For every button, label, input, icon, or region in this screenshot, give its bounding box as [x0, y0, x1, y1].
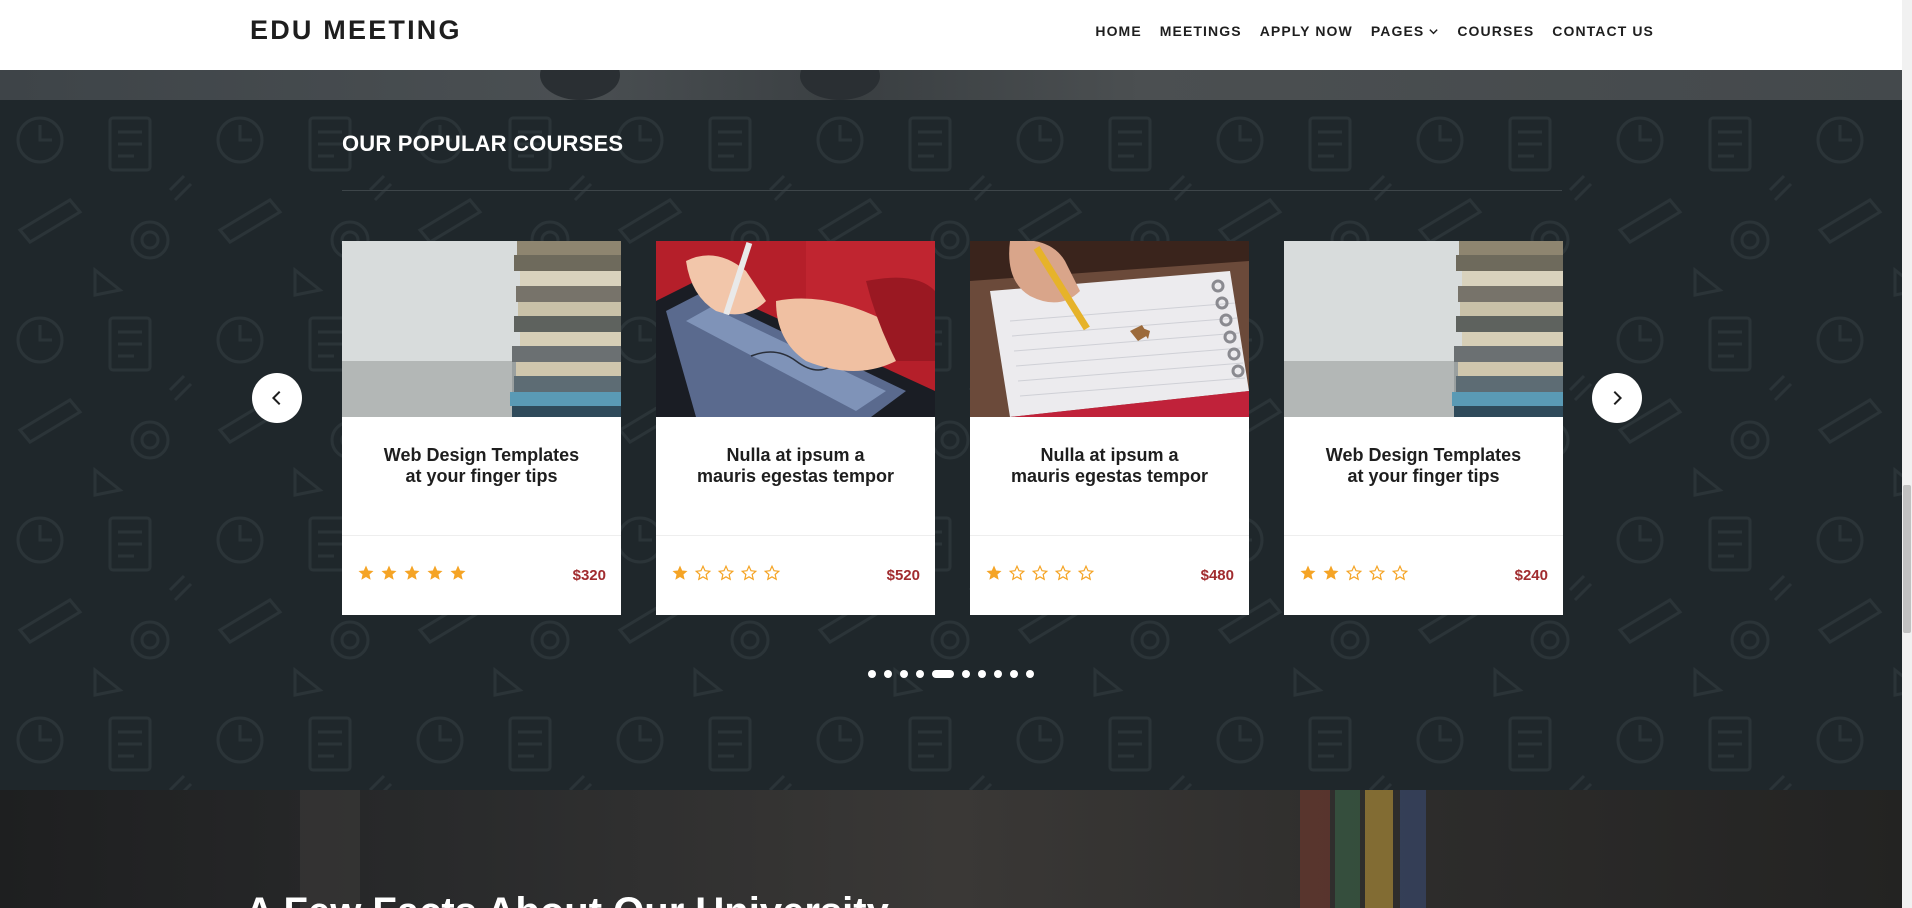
star-filled-icon	[381, 565, 397, 580]
chevron-left-icon	[271, 390, 281, 406]
star-empty-icon	[763, 564, 781, 581]
star-empty-icon	[1345, 564, 1363, 581]
star-filled-icon	[404, 565, 420, 580]
scrollbar-thumb[interactable]	[1903, 485, 1911, 633]
course-price: $480	[1200, 567, 1234, 584]
carousel-dot[interactable]	[916, 670, 924, 678]
star-rating	[1299, 564, 1409, 582]
main-nav: HOME MEETINGS APPLY NOW PAGES COURSES CO…	[1095, 23, 1654, 39]
star-empty-icon	[694, 564, 712, 581]
star-rating	[357, 564, 467, 582]
star-filled-icon	[427, 565, 443, 580]
star-filled-icon	[450, 565, 466, 580]
nav-apply-now[interactable]: APPLY NOW	[1260, 23, 1353, 39]
carousel-dot[interactable]	[900, 670, 908, 678]
facts-section: A Few Facts About Our University	[0, 790, 1902, 908]
course-image-books	[1284, 241, 1563, 417]
section-title: OUR POPULAR COURSES	[342, 131, 624, 156]
education-pattern-background	[0, 100, 1902, 790]
carousel-dot[interactable]	[1010, 670, 1018, 678]
star-empty-icon	[740, 564, 758, 581]
star-empty-icon	[717, 564, 735, 581]
nav-home[interactable]: HOME	[1095, 23, 1141, 39]
course-price: $520	[886, 567, 920, 584]
course-card[interactable]: Nulla at ipsum a mauris egestas tempor $…	[656, 241, 935, 615]
carousel-dot[interactable]	[1026, 670, 1034, 678]
carousel-prev-button[interactable]	[252, 373, 302, 423]
carousel-dot[interactable]	[868, 670, 876, 678]
course-image-books	[342, 241, 621, 417]
nav-courses-label: COURSES	[1457, 23, 1535, 39]
facts-background-shape	[1365, 790, 1393, 908]
star-empty-icon	[1368, 564, 1386, 581]
star-empty-icon	[1008, 564, 1026, 581]
star-empty-icon	[1054, 564, 1072, 581]
course-price: $320	[572, 567, 606, 584]
star-rating	[671, 564, 781, 582]
page: EDU MEETING HOME MEETINGS APPLY NOW PAGE…	[0, 0, 1912, 908]
star-filled-icon	[672, 565, 688, 580]
nav-pages[interactable]: PAGES	[1371, 23, 1439, 39]
nav-meetings[interactable]: MEETINGS	[1160, 23, 1242, 39]
star-empty-icon	[1077, 564, 1095, 581]
carousel-dot[interactable]	[978, 670, 986, 678]
course-title[interactable]: Web Design Templates at your finger tips	[382, 445, 581, 487]
course-price: $240	[1514, 567, 1548, 584]
course-image-notebook	[970, 241, 1249, 417]
nav-pages-label: PAGES	[1370, 23, 1425, 39]
star-empty-icon	[1031, 564, 1049, 581]
carousel-dot[interactable]	[994, 670, 1002, 678]
carousel-dot[interactable]	[884, 670, 892, 678]
facts-title: A Few Facts About Our University	[245, 890, 889, 908]
course-title[interactable]: Web Design Templates at your finger tips	[1324, 445, 1523, 487]
card-divider	[970, 535, 1249, 536]
carousel-dots	[868, 670, 1034, 678]
carousel-next-button[interactable]	[1592, 373, 1642, 423]
star-filled-icon	[986, 565, 1002, 580]
nav-contact-us-label: CONTACT US	[1552, 23, 1654, 39]
site-logo[interactable]: EDU MEETING	[250, 15, 462, 46]
carousel-dot-active[interactable]	[932, 670, 954, 678]
facts-background-shape	[1335, 790, 1360, 908]
course-title[interactable]: Nulla at ipsum a mauris egestas tempor	[696, 445, 895, 487]
chevron-right-icon	[1613, 390, 1623, 406]
section-divider	[342, 190, 1562, 191]
nav-apply-now-label: APPLY NOW	[1259, 23, 1353, 39]
facts-background-shape	[1300, 790, 1330, 908]
star-filled-icon	[1323, 565, 1339, 580]
card-divider	[342, 535, 621, 536]
star-empty-icon	[1391, 564, 1409, 581]
course-card[interactable]: Nulla at ipsum a mauris egestas tempor $…	[970, 241, 1249, 615]
chevron-down-icon	[1429, 28, 1439, 34]
card-divider	[656, 535, 935, 536]
nav-contact-us[interactable]: CONTACT US	[1552, 23, 1654, 39]
star-rating	[985, 564, 1095, 582]
page-scrollbar[interactable]	[1902, 0, 1912, 908]
course-card[interactable]: Web Design Templates at your finger tips…	[342, 241, 621, 615]
nav-meetings-label: MEETINGS	[1159, 23, 1242, 39]
course-card[interactable]: Web Design Templates at your finger tips…	[1284, 241, 1563, 615]
star-filled-icon	[358, 565, 374, 580]
carousel-dot[interactable]	[962, 670, 970, 678]
hero-background	[0, 50, 1902, 100]
course-image-tablet	[656, 241, 935, 417]
nav-home-label: HOME	[1095, 23, 1142, 39]
facts-background-shape	[1400, 790, 1426, 908]
popular-courses-section: OUR POPULAR COURSES Web Design Templates…	[0, 100, 1902, 790]
star-filled-icon	[1300, 565, 1316, 580]
course-title[interactable]: Nulla at ipsum a mauris egestas tempor	[1010, 445, 1209, 487]
site-header: EDU MEETING HOME MEETINGS APPLY NOW PAGE…	[0, 0, 1902, 70]
nav-courses[interactable]: COURSES	[1457, 23, 1534, 39]
card-divider	[1284, 535, 1563, 536]
